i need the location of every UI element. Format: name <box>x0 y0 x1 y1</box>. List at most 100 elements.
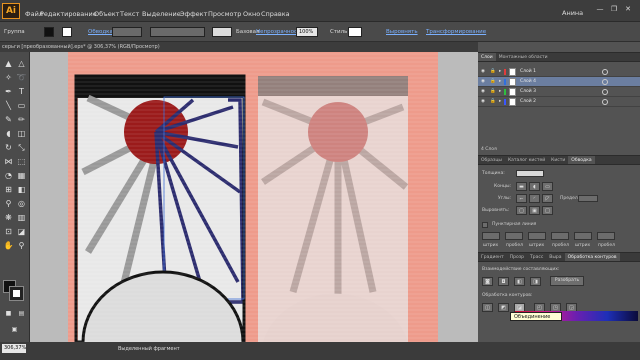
pen-tool-icon[interactable]: ✒ <box>3 86 14 97</box>
pencil-tool-icon[interactable]: ✏ <box>16 114 27 125</box>
artboard-tool-icon[interactable]: ⊡ <box>3 226 14 237</box>
gradient-mode-icon[interactable]: ▤ <box>16 308 27 319</box>
minimize-button[interactable]: — <box>594 4 606 14</box>
user-name[interactable]: Анина <box>562 9 583 17</box>
tab-brush-libraries[interactable]: Каталог кистей <box>505 156 548 164</box>
tab-artboards[interactable]: Монтажные области <box>496 53 551 61</box>
perspective-grid-tool-icon[interactable]: ▦ <box>16 170 27 181</box>
visibility-eye-icon[interactable]: ◉ <box>481 97 485 107</box>
lasso-tool-icon[interactable]: ➰ <box>16 72 27 83</box>
screen-mode-icon[interactable]: ▣ <box>9 324 20 335</box>
menu-edit[interactable]: Редактирование <box>40 10 97 18</box>
layer-name[interactable]: Слой 4 <box>520 77 536 87</box>
tab-align[interactable]: Выра <box>546 253 564 261</box>
lock-icon[interactable]: 🔒 <box>490 67 496 77</box>
layer-name[interactable]: Слой 2 <box>520 97 536 107</box>
menu-view[interactable]: Просмотр <box>208 10 241 18</box>
visibility-eye-icon[interactable]: ◉ <box>481 87 485 97</box>
tab-gradient[interactable]: Градиент <box>478 253 507 261</box>
menu-type[interactable]: Текст <box>120 10 139 18</box>
selection-tool-icon[interactable]: ▲ <box>3 58 14 69</box>
direct-selection-tool-icon[interactable]: △ <box>16 58 27 69</box>
close-button[interactable]: ✕ <box>622 4 634 14</box>
slice-tool-icon[interactable]: ◪ <box>16 226 27 237</box>
symbol-sprayer-tool-icon[interactable]: ❋ <box>3 212 14 223</box>
maximize-button[interactable]: ❐ <box>608 4 620 14</box>
layer-row-selected[interactable]: ◉ 🔒 ▸ Слой 4 <box>478 77 640 87</box>
exclude-button[interactable]: ◨ <box>530 277 541 286</box>
target-circle-icon[interactable] <box>602 69 608 75</box>
artboard[interactable] <box>68 52 438 342</box>
butt-cap-button[interactable]: ▬ <box>516 182 527 191</box>
free-transform-tool-icon[interactable]: ⬚ <box>16 156 27 167</box>
transform-link[interactable]: Трансформирование <box>426 29 486 35</box>
width-tool-icon[interactable]: ⋈ <box>3 156 14 167</box>
style-swatch[interactable] <box>348 27 362 37</box>
rotate-tool-icon[interactable]: ↻ <box>3 142 14 153</box>
visibility-eye-icon[interactable]: ◉ <box>481 67 485 77</box>
target-circle-icon[interactable] <box>602 79 608 85</box>
dash-1-input[interactable] <box>482 232 500 240</box>
stroke-swatch[interactable] <box>9 286 24 301</box>
layer-row[interactable]: ◉ 🔒 ▸ Слой 1 <box>478 67 640 77</box>
menu-effect[interactable]: Эффект <box>180 10 207 18</box>
menu-window[interactable]: Окно <box>243 10 260 18</box>
tab-layers[interactable]: Слои <box>478 53 496 61</box>
bevel-join-button[interactable]: ◸ <box>542 194 553 203</box>
expand-arrow-icon[interactable]: ▸ <box>499 87 501 97</box>
target-circle-icon[interactable] <box>602 99 608 105</box>
eyedropper-tool-icon[interactable]: ⚲ <box>3 198 14 209</box>
opacity-field[interactable]: 100% <box>296 27 318 37</box>
minus-front-button[interactable]: ◘ <box>498 277 509 286</box>
expand-arrow-icon[interactable]: ▸ <box>499 67 501 77</box>
dash-3-input[interactable] <box>574 232 592 240</box>
tab-pathfinder[interactable]: Обработка контуров <box>564 253 620 261</box>
expand-arrow-icon[interactable]: ▸ <box>499 77 501 87</box>
stroke-link[interactable]: Обводка <box>88 29 113 35</box>
round-join-button[interactable]: ◜ <box>529 194 540 203</box>
miter-join-button[interactable]: ⌐ <box>516 194 527 203</box>
layer-name[interactable]: Слой 1 <box>520 67 536 77</box>
hand-tool-icon[interactable]: ✋ <box>3 240 14 251</box>
expand-button[interactable]: Разобрать <box>550 276 584 286</box>
dashed-line-checkbox[interactable] <box>482 222 488 228</box>
zoom-tool-icon[interactable]: ⚲ <box>16 240 27 251</box>
unite-button[interactable]: ◙ <box>482 277 493 286</box>
fill-color-swatch[interactable] <box>44 27 54 37</box>
canvas-area[interactable] <box>30 52 478 342</box>
layer-row[interactable]: ◉ 🔒 ▸ Слой 2 <box>478 97 640 107</box>
layer-name[interactable]: Слой 3 <box>520 87 536 97</box>
variable-width-select[interactable] <box>150 27 205 37</box>
stroke-color-swatch[interactable] <box>62 27 72 37</box>
tab-swatches[interactable]: Образцы <box>478 156 505 164</box>
line-tool-icon[interactable]: ╲ <box>3 100 14 111</box>
align-center-button[interactable]: ▢ <box>516 206 527 215</box>
paintbrush-tool-icon[interactable]: ✎ <box>3 114 14 125</box>
zoom-field[interactable]: 306,37% <box>2 344 26 353</box>
tab-trace[interactable]: Трасс <box>527 253 546 261</box>
mesh-tool-icon[interactable]: ⊞ <box>3 184 14 195</box>
expand-arrow-icon[interactable]: ▸ <box>499 97 501 107</box>
visibility-eye-icon[interactable]: ◉ <box>481 77 485 87</box>
lock-icon[interactable]: 🔒 <box>490 77 496 87</box>
align-outside-button[interactable]: □ <box>542 206 553 215</box>
gap-1-input[interactable] <box>505 232 523 240</box>
graph-tool-icon[interactable]: ▥ <box>16 212 27 223</box>
lock-icon[interactable]: 🔒 <box>490 87 496 97</box>
trim-button[interactable]: ◩ <box>498 303 509 312</box>
menu-object[interactable]: Объект <box>94 10 119 18</box>
menu-help[interactable]: Справка <box>261 10 290 18</box>
color-mode-icon[interactable]: ■ <box>3 308 14 319</box>
layer-row[interactable]: ◉ 🔒 ▸ Слой 3 <box>478 87 640 97</box>
rectangle-tool-icon[interactable]: ▭ <box>16 100 27 111</box>
gap-3-input[interactable] <box>597 232 615 240</box>
scale-tool-icon[interactable]: ⤡ <box>16 142 27 153</box>
round-cap-button[interactable]: ◖ <box>529 182 540 191</box>
target-circle-icon[interactable] <box>602 89 608 95</box>
tab-transparency[interactable]: Прозр <box>507 253 527 261</box>
intersect-button[interactable]: ◧ <box>514 277 525 286</box>
tab-brushes[interactable]: Кисти <box>548 156 568 164</box>
document-tab[interactable]: серьги [преобразованный].eps* @ 306,37% … <box>2 44 160 50</box>
stroke-weight-input[interactable] <box>516 170 544 177</box>
align-inside-button[interactable]: ▣ <box>529 206 540 215</box>
